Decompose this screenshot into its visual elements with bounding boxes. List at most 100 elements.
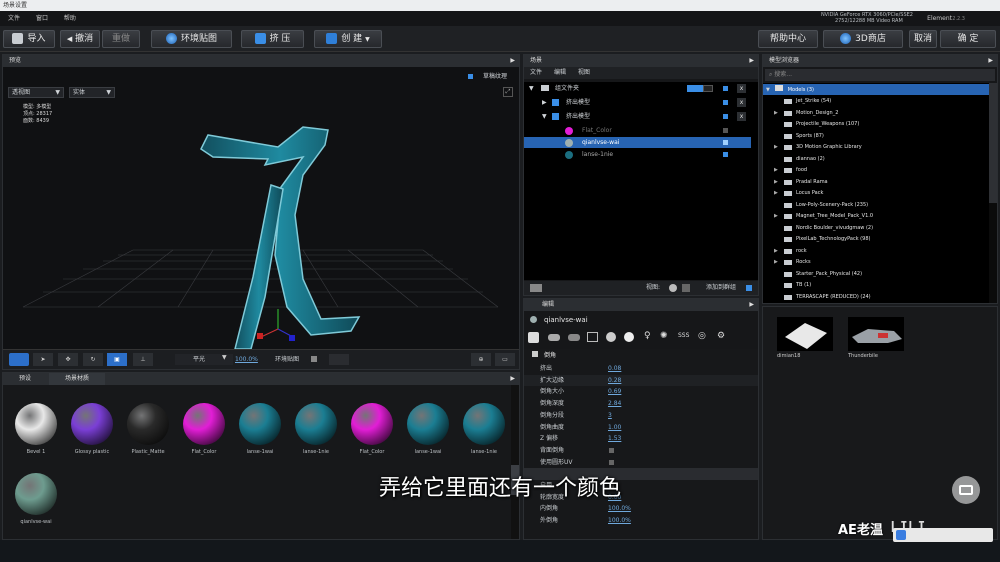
property-value[interactable]: 0.08 bbox=[608, 363, 621, 374]
chevron-right-icon[interactable]: ▶ bbox=[774, 177, 778, 188]
material-swatch[interactable]: Glossy plastic bbox=[67, 403, 117, 455]
camera-icon[interactable] bbox=[9, 353, 29, 366]
chevron-right-icon[interactable]: ▶ bbox=[774, 142, 778, 153]
chevron-right-icon[interactable]: ▶ bbox=[774, 246, 778, 257]
layer-dropdown[interactable] bbox=[703, 85, 713, 92]
input-method-toolbar[interactable] bbox=[893, 528, 993, 542]
materials-scrollbar[interactable] bbox=[511, 385, 519, 539]
panel-menu-arrow-icon[interactable]: ▶ bbox=[988, 55, 993, 67]
filter-icon[interactable]: ◎ bbox=[698, 331, 706, 341]
tab-scene-materials[interactable]: 场景材质 bbox=[48, 373, 105, 385]
property-row[interactable]: 外倒角 100.0% bbox=[524, 515, 758, 527]
shading-select[interactable]: 实体 ▼ bbox=[69, 87, 115, 98]
chevron-down-icon[interactable]: ▼ bbox=[222, 354, 227, 361]
chevron-right-icon[interactable]: ▶ bbox=[774, 257, 778, 268]
scene-row-extrude-2[interactable]: ▼ 挤出模型 bbox=[524, 111, 751, 122]
maximize-icon[interactable]: ⤢ bbox=[503, 87, 513, 97]
property-row[interactable]: 挤出 0.08 bbox=[524, 363, 758, 375]
viewport[interactable]: 透视图 ▼ 实体 ▼ 模型: 多模型 顶点: 28317 面数: 8439 草稿纹理… bbox=[3, 67, 519, 369]
scene-row-material-flat-color[interactable]: Flat_Color bbox=[524, 125, 751, 136]
property-row[interactable]: 内倒角 100.0% bbox=[524, 503, 758, 515]
env-map-swatch[interactable] bbox=[329, 354, 349, 365]
visibility-checkbox[interactable] bbox=[723, 149, 728, 160]
ok-button[interactable]: 确 定 bbox=[940, 30, 996, 48]
visibility-checkbox[interactable] bbox=[723, 83, 728, 94]
property-value[interactable]: 1.53 bbox=[608, 433, 621, 444]
scene-row-material-qianlvse[interactable]: qianlvse-wai bbox=[524, 137, 751, 148]
property-value[interactable]: 1.00 bbox=[608, 422, 621, 433]
material-swatch[interactable]: lanse-1wai bbox=[403, 403, 453, 455]
panel-menu-arrow-icon[interactable]: ▶ bbox=[749, 299, 754, 311]
move-icon[interactable]: ✥ bbox=[58, 353, 78, 366]
property-row[interactable]: Z 偏移 1.53 bbox=[524, 433, 758, 445]
scene-menu-view[interactable]: 视图 bbox=[578, 69, 590, 76]
create-button[interactable]: 创 建 ▼ bbox=[314, 30, 382, 48]
scene-menu-file[interactable]: 文件 bbox=[530, 69, 542, 76]
scene-row-extrude-1[interactable]: ▶ 挤出模型 bbox=[524, 97, 751, 108]
scene-row-material-lanse[interactable]: lanse-1nie bbox=[524, 149, 751, 160]
target-icon[interactable]: ⊕ bbox=[471, 353, 491, 366]
extrude-button[interactable]: 挤 压 bbox=[241, 30, 304, 48]
redo-button[interactable]: 重做 bbox=[102, 30, 140, 48]
help-center-button[interactable]: 帮助中心 bbox=[758, 30, 818, 48]
light-bulb-icon[interactable]: ♀ bbox=[644, 331, 651, 341]
chevron-right-icon[interactable]: ▶ bbox=[774, 188, 778, 199]
property-value[interactable]: 2.84 bbox=[608, 398, 621, 409]
tab-presets[interactable]: 预设 bbox=[3, 373, 47, 385]
draft-texture-toggle[interactable]: 草稿纹理 bbox=[467, 71, 507, 80]
property-row[interactable]: 扩大边缘 0.28 bbox=[524, 374, 758, 387]
close-icon[interactable]: x bbox=[737, 84, 746, 93]
material-swatch[interactable]: lanse-1wai bbox=[235, 403, 285, 455]
property-row[interactable]: 使用圆形UV bbox=[524, 457, 758, 469]
material-swatch[interactable]: lanse-1nie bbox=[459, 403, 509, 455]
import-button[interactable]: 导入 bbox=[3, 30, 55, 48]
tree-root-models[interactable]: ▼ Models (3) bbox=[763, 84, 989, 95]
bevel-tab-icon[interactable] bbox=[528, 332, 539, 343]
visibility-checkbox[interactable] bbox=[723, 111, 728, 122]
panel-menu-arrow-icon[interactable]: ▶ bbox=[749, 55, 754, 67]
property-value[interactable]: 3 bbox=[608, 410, 612, 421]
glow-icon[interactable]: ✺ bbox=[660, 331, 668, 341]
visibility-checkbox[interactable] bbox=[723, 128, 728, 133]
screen-icon[interactable]: ▭ bbox=[495, 353, 515, 366]
menu-window[interactable]: 窗口 bbox=[36, 15, 48, 22]
chevron-right-icon[interactable]: ▶ bbox=[774, 211, 778, 222]
property-value[interactable]: 0.28 bbox=[608, 375, 621, 386]
material-swatch[interactable]: lanse-1nie bbox=[291, 403, 341, 455]
property-value[interactable]: 100.0% bbox=[608, 503, 631, 514]
env-map-button[interactable]: 环境贴图 bbox=[151, 30, 232, 48]
env-map-checkbox[interactable] bbox=[311, 356, 317, 362]
panel-menu-arrow-icon[interactable]: ▶ bbox=[510, 373, 515, 385]
search-input[interactable]: ⌕ 搜索... bbox=[765, 69, 995, 81]
camera-select[interactable]: 透视图 ▼ bbox=[8, 87, 64, 98]
close-icon[interactable]: x bbox=[737, 98, 746, 107]
gear-icon[interactable]: ⚙ bbox=[717, 331, 725, 341]
add-to-group-label[interactable]: 添加到群组 bbox=[706, 281, 736, 295]
material-swatch[interactable]: Bevel 1 bbox=[11, 403, 61, 455]
menu-file[interactable]: 文件 bbox=[8, 15, 20, 22]
model-tree-scrollbar[interactable] bbox=[989, 83, 997, 303]
material-tab-icon-2[interactable] bbox=[568, 334, 580, 341]
chevron-right-icon[interactable]: ▶ bbox=[774, 108, 778, 119]
ssao-icon[interactable]: SSS bbox=[678, 332, 689, 339]
store-button[interactable]: 3D商店 bbox=[823, 30, 903, 48]
property-row[interactable]: 背面倒角 bbox=[524, 445, 758, 457]
viewport-scene[interactable] bbox=[3, 67, 519, 349]
view-sphere-icon[interactable] bbox=[669, 284, 677, 292]
scene-row-group-folder[interactable]: ▼ 组文件夹 bbox=[524, 83, 751, 94]
layer-swatch[interactable] bbox=[687, 85, 703, 92]
property-row[interactable]: 倒角大小 0.69 bbox=[524, 386, 758, 398]
select-arrow-icon[interactable]: ➤ bbox=[33, 353, 53, 366]
thumb-dimian18[interactable] bbox=[777, 317, 833, 351]
visibility-checkbox[interactable] bbox=[723, 137, 728, 148]
undo-button[interactable]: ◀ 撤消 bbox=[60, 30, 100, 48]
pivot-icon[interactable]: ⊥ bbox=[133, 353, 153, 366]
reflect-tab-icon[interactable] bbox=[624, 332, 634, 342]
material-swatch[interactable]: Plastic_Matte bbox=[123, 403, 173, 455]
property-checkbox[interactable] bbox=[609, 459, 614, 465]
3d-character-model[interactable] bbox=[200, 126, 361, 349]
add-to-group-checkbox[interactable] bbox=[746, 285, 752, 291]
texture-tab-icon[interactable] bbox=[587, 332, 598, 342]
new-folder-icon[interactable] bbox=[530, 284, 542, 292]
cancel-button[interactable]: 取消 bbox=[909, 30, 937, 48]
